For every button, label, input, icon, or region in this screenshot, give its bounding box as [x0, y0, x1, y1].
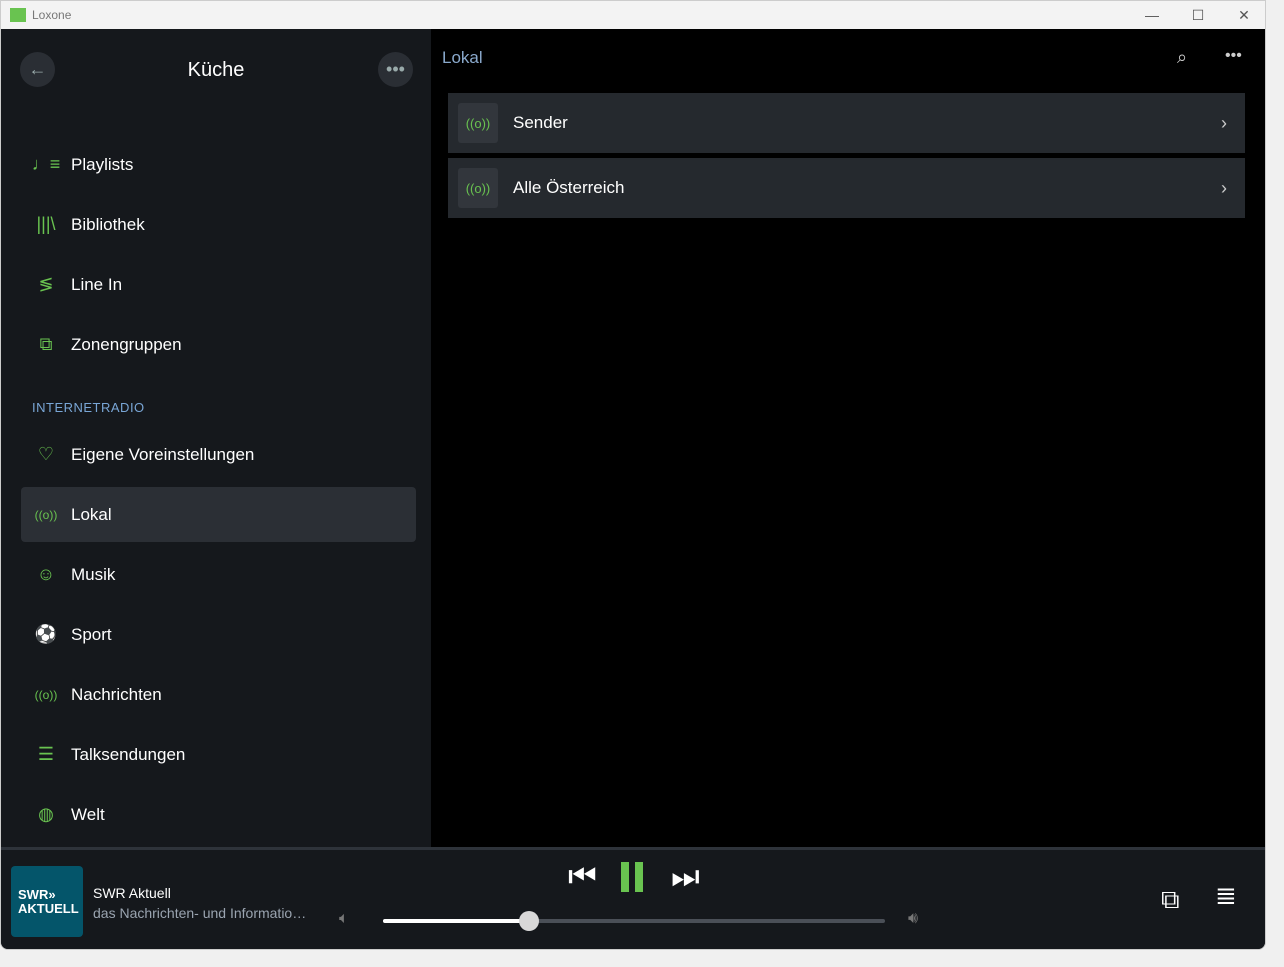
maximize-button[interactable]: ☐ [1175, 1, 1221, 29]
item-label: Lokal [71, 504, 112, 524]
chevron-right-icon: › [1221, 112, 1227, 133]
row-label: Sender [513, 113, 568, 132]
sidebar: ← Küche ••• ♩≡ Playlists |||\ Bibliothek ≶… [1, 29, 431, 847]
title-bar: Loxone — ☐ ✕ [1, 1, 1265, 29]
sidebar-item-zonengruppen[interactable]: ⧉ Zonengruppen [21, 317, 416, 372]
player-bar: SWR» AKTUELL SWR Aktuell das Nachrichten-… [1, 847, 1265, 949]
item-label: Eigene Voreinstellungen [71, 444, 255, 464]
more-icon[interactable]: ••• [1225, 47, 1242, 65]
sidebar-item-musik[interactable]: ☺ Musik [21, 547, 416, 602]
volume-slider[interactable] [383, 911, 885, 931]
item-label: Talksendungen [71, 744, 186, 764]
heart-icon: ♡ [37, 444, 55, 464]
sidebar-item-welt[interactable]: ◍ Welt [21, 787, 416, 842]
volume-low-icon[interactable]: 🔈︎ [339, 910, 349, 928]
item-label: Nachrichten [71, 684, 162, 704]
line-in-icon: ≶ [38, 274, 54, 294]
zone-group-icon[interactable]: ⧉ [1161, 884, 1180, 916]
sidebar-item-bibliothek[interactable]: |||\ Bibliothek [21, 197, 416, 252]
item-label: Playlists [71, 154, 134, 174]
next-button[interactable]: ⏭︎ [671, 858, 700, 896]
zone-group-icon: ⧉ [39, 334, 53, 354]
more-button[interactable]: ••• [378, 52, 413, 87]
item-label: Bibliothek [71, 214, 145, 234]
queue-icon[interactable]: ≣ [1215, 880, 1237, 911]
volume-high-icon[interactable]: 🔊︎ [908, 910, 918, 928]
sidebar-item-playlists[interactable]: ♩≡ Playlists [21, 137, 416, 192]
sidebar-item-line-in[interactable]: ≶ Line In [21, 257, 416, 312]
station-cover: SWR» AKTUELL [11, 866, 83, 937]
list-item-alle-oesterreich[interactable]: ((o)) Alle Österreich › [448, 158, 1245, 218]
playlist-icon: ♩≡ [31, 154, 61, 174]
minimize-button[interactable]: — [1129, 1, 1175, 29]
search-icon[interactable]: ⌕ [1177, 47, 1187, 68]
row-label: Alle Österreich [513, 178, 625, 197]
main-title: Lokal [442, 48, 483, 67]
globe-icon: ◍ [38, 804, 54, 824]
station-subtitle: das Nachrichten- und Informatio… [93, 905, 307, 921]
sidebar-item-sport[interactable]: ⚽ Sport [21, 607, 416, 662]
item-label: Welt [71, 804, 105, 824]
station-name: SWR Aktuell [93, 885, 171, 901]
previous-button[interactable]: ⏮︎ [568, 858, 597, 896]
item-label: Zonengruppen [71, 334, 182, 354]
cover-text: AKTUELL [18, 901, 79, 916]
window-title: Loxone [32, 8, 72, 22]
list-item-sender[interactable]: ((o)) Sender › [448, 93, 1245, 153]
section-header: INTERNETRADIO [32, 400, 145, 415]
pause-button[interactable] [621, 862, 645, 892]
radio-icon: ((o)) [34, 687, 58, 702]
item-label: Musik [71, 564, 116, 584]
sidebar-item-nachrichten[interactable]: ((o)) Nachrichten [21, 667, 416, 722]
sidebar-item-lokal[interactable]: ((o)) Lokal [21, 487, 416, 542]
radio-icon: ((o)) [458, 103, 498, 143]
radio-icon: ((o)) [458, 168, 498, 208]
main-panel: Lokal ⌕ ••• ((o)) Sender › ((o)) Alle Öster… [431, 29, 1265, 847]
chevron-right-icon: › [1221, 177, 1227, 198]
sidebar-item-talksendungen[interactable]: ☰ Talksendungen [21, 727, 416, 782]
chat-icon: ☰ [37, 744, 55, 764]
ball-icon: ⚽ [34, 624, 58, 644]
more-icon: ••• [386, 59, 405, 79]
music-mask-icon: ☺ [36, 564, 56, 584]
volume-knob[interactable] [518, 911, 539, 931]
radio-icon: ((o)) [34, 507, 58, 522]
item-label: Line In [71, 274, 123, 294]
close-button[interactable]: ✕ [1221, 1, 1265, 29]
cover-text: SWR» [18, 887, 56, 902]
item-label: Sport [71, 624, 112, 644]
loxone-logo-icon [10, 8, 26, 22]
app-window: Loxone — ☐ ✕ ← Küche ••• ♩≡ Playlists |||… [0, 0, 1266, 950]
sidebar-item-presets[interactable]: ♡ Eigene Voreinstellungen [21, 427, 416, 482]
page-title: Küche [187, 59, 245, 81]
library-icon: |||\ [36, 214, 56, 234]
